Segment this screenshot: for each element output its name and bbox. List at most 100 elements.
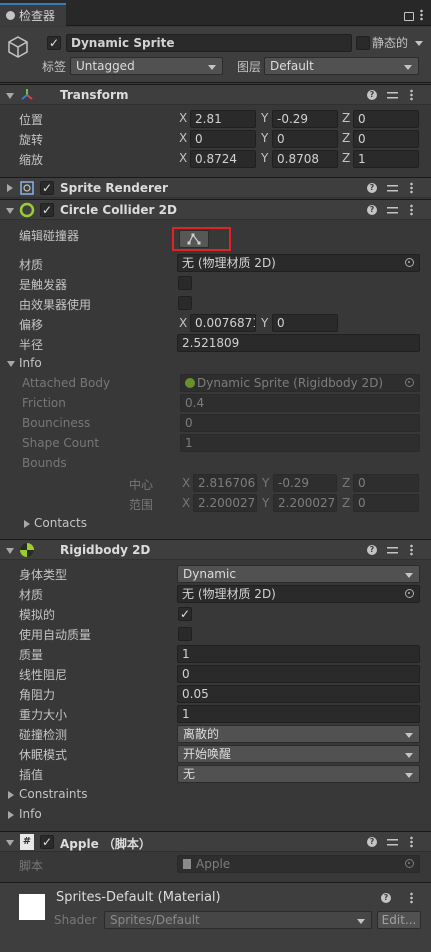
shader-dropdown[interactable]: Sprites/Default: [104, 911, 372, 929]
shader-edit-button[interactable]: Edit...: [377, 911, 421, 929]
presets-icon[interactable]: [387, 90, 398, 101]
body-type-dropdown[interactable]: Dynamic: [177, 565, 420, 583]
axis-x-label[interactable]: X: [179, 131, 189, 145]
offset-x-field[interactable]: 0.0076871: [190, 314, 256, 332]
axis-z-label[interactable]: Z: [342, 151, 352, 165]
component-menu-icon[interactable]: [410, 182, 413, 194]
info-expand-arrow-icon[interactable]: [7, 361, 15, 367]
axis-x-label[interactable]: X: [179, 316, 189, 330]
expand-arrow-icon[interactable]: [6, 548, 14, 554]
active-checkbox[interactable]: ✓: [47, 36, 61, 50]
script-header[interactable]: # ✓ Apple （脚本） ?: [0, 831, 431, 852]
collider-material-field[interactable]: 无 (物理材质 2D): [177, 254, 420, 272]
collision-detection-dropdown[interactable]: 离散的: [177, 725, 420, 743]
object-picker-icon[interactable]: [405, 258, 414, 267]
contacts-foldout-label[interactable]: Contacts: [34, 516, 87, 530]
scale-x-field[interactable]: 0.8724: [190, 150, 256, 168]
rigidbody-material-field[interactable]: 无 (物理材质 2D): [177, 585, 420, 603]
info-collapse-arrow-icon[interactable]: [8, 811, 14, 819]
collider-material-label: 材质: [19, 258, 44, 272]
presets-icon[interactable]: [387, 545, 398, 556]
constraints-collapse-arrow-icon[interactable]: [8, 791, 14, 799]
help-icon[interactable]: ?: [367, 545, 377, 555]
axis-y-label[interactable]: Y: [261, 151, 271, 165]
shape-count-field: 1: [180, 434, 420, 452]
layer-dropdown[interactable]: Default: [264, 57, 419, 75]
component-menu-icon[interactable]: [410, 836, 413, 848]
axis-x-label: X: [182, 496, 191, 510]
info-icon: [6, 11, 15, 20]
radius-label: 半径: [19, 338, 44, 352]
gameobject-icon: [8, 36, 28, 58]
lock-icon[interactable]: [404, 12, 414, 21]
auto-mass-checkbox[interactable]: [178, 627, 192, 641]
axis-y-label[interactable]: Y: [261, 316, 271, 330]
tab-inspector[interactable]: 检查器: [0, 3, 66, 26]
position-x-field[interactable]: 2.81: [190, 110, 256, 128]
sprite-renderer-header[interactable]: ✓ Sprite Renderer ?: [0, 177, 431, 198]
position-z-field[interactable]: 0: [353, 110, 419, 128]
interpolate-dropdown[interactable]: 无: [177, 765, 420, 783]
expand-arrow-icon[interactable]: [6, 93, 14, 99]
script-enabled-checkbox[interactable]: ✓: [40, 835, 54, 849]
scale-y-field[interactable]: 0.8708: [272, 150, 338, 168]
info-foldout-label[interactable]: Info: [19, 356, 42, 370]
presets-icon[interactable]: [387, 183, 398, 194]
mass-label: 质量: [19, 648, 44, 662]
gravity-scale-field[interactable]: 1: [177, 705, 420, 723]
expand-arrow-icon[interactable]: [6, 208, 14, 214]
scale-z-field[interactable]: 1: [353, 150, 419, 168]
rotation-z-field[interactable]: 0: [353, 130, 419, 148]
help-icon[interactable]: ?: [367, 837, 377, 847]
axis-y-label[interactable]: Y: [261, 131, 271, 145]
component-menu-icon[interactable]: [410, 204, 413, 216]
sprite-renderer-enabled-checkbox[interactable]: ✓: [40, 181, 54, 195]
offset-y-field[interactable]: 0: [272, 314, 338, 332]
help-icon[interactable]: ?: [367, 205, 377, 215]
circle-collider-enabled-checkbox[interactable]: ✓: [40, 203, 54, 217]
axis-x-label[interactable]: X: [179, 151, 189, 165]
angular-drag-field[interactable]: 0.05: [177, 685, 420, 703]
axis-y-label[interactable]: Y: [261, 111, 271, 125]
rotation-x-field[interactable]: 0: [190, 130, 256, 148]
help-icon[interactable]: ?: [367, 90, 377, 100]
contacts-collapse-arrow-icon[interactable]: [24, 520, 30, 528]
tag-dropdown[interactable]: Untagged: [70, 57, 223, 75]
object-name-input[interactable]: Dynamic Sprite: [66, 34, 352, 52]
material-menu-icon[interactable]: [410, 892, 413, 904]
mass-field[interactable]: 1: [177, 645, 420, 663]
used-by-effector-checkbox[interactable]: [178, 296, 192, 310]
presets-icon[interactable]: [387, 837, 398, 848]
rigidbody-header[interactable]: Rigidbody 2D ?: [0, 539, 431, 560]
rigidbody-title: Rigidbody 2D: [60, 543, 151, 557]
component-menu-icon[interactable]: [410, 89, 413, 101]
axis-z-label[interactable]: Z: [342, 131, 352, 145]
component-menu-icon[interactable]: [410, 544, 413, 556]
constraints-foldout-label[interactable]: Constraints: [19, 787, 87, 801]
position-y-field[interactable]: -0.29: [272, 110, 338, 128]
edit-shape-icon: [187, 233, 201, 245]
axis-x-label[interactable]: X: [179, 111, 189, 125]
edit-collider-button[interactable]: [179, 230, 209, 248]
rigidbody-info-foldout-label[interactable]: Info: [19, 807, 42, 821]
static-dropdown[interactable]: 静态的: [372, 34, 423, 52]
linear-drag-field[interactable]: 0: [177, 665, 420, 683]
object-picker-icon[interactable]: [405, 589, 414, 598]
rotation-y-field[interactable]: 0: [272, 130, 338, 148]
simulated-checkbox[interactable]: ✓: [178, 607, 192, 621]
expand-arrow-icon[interactable]: [6, 840, 14, 846]
tab-menu-icon[interactable]: [420, 9, 423, 21]
is-trigger-checkbox[interactable]: [178, 276, 192, 290]
radius-field[interactable]: 2.521809: [177, 334, 420, 352]
axis-z-label[interactable]: Z: [342, 111, 352, 125]
transform-header[interactable]: Transform ?: [0, 84, 431, 105]
transform-icon: [21, 89, 33, 100]
sleep-mode-dropdown[interactable]: 开始唤醒: [177, 745, 420, 763]
collapse-arrow-icon[interactable]: [7, 184, 13, 192]
edit-collider-label: 编辑碰撞器: [19, 229, 80, 243]
help-icon[interactable]: ?: [381, 893, 391, 903]
help-icon[interactable]: ?: [367, 183, 377, 193]
circle-collider-header[interactable]: ✓ Circle Collider 2D ?: [0, 199, 431, 220]
presets-icon[interactable]: [387, 205, 398, 216]
static-checkbox[interactable]: [356, 36, 370, 50]
